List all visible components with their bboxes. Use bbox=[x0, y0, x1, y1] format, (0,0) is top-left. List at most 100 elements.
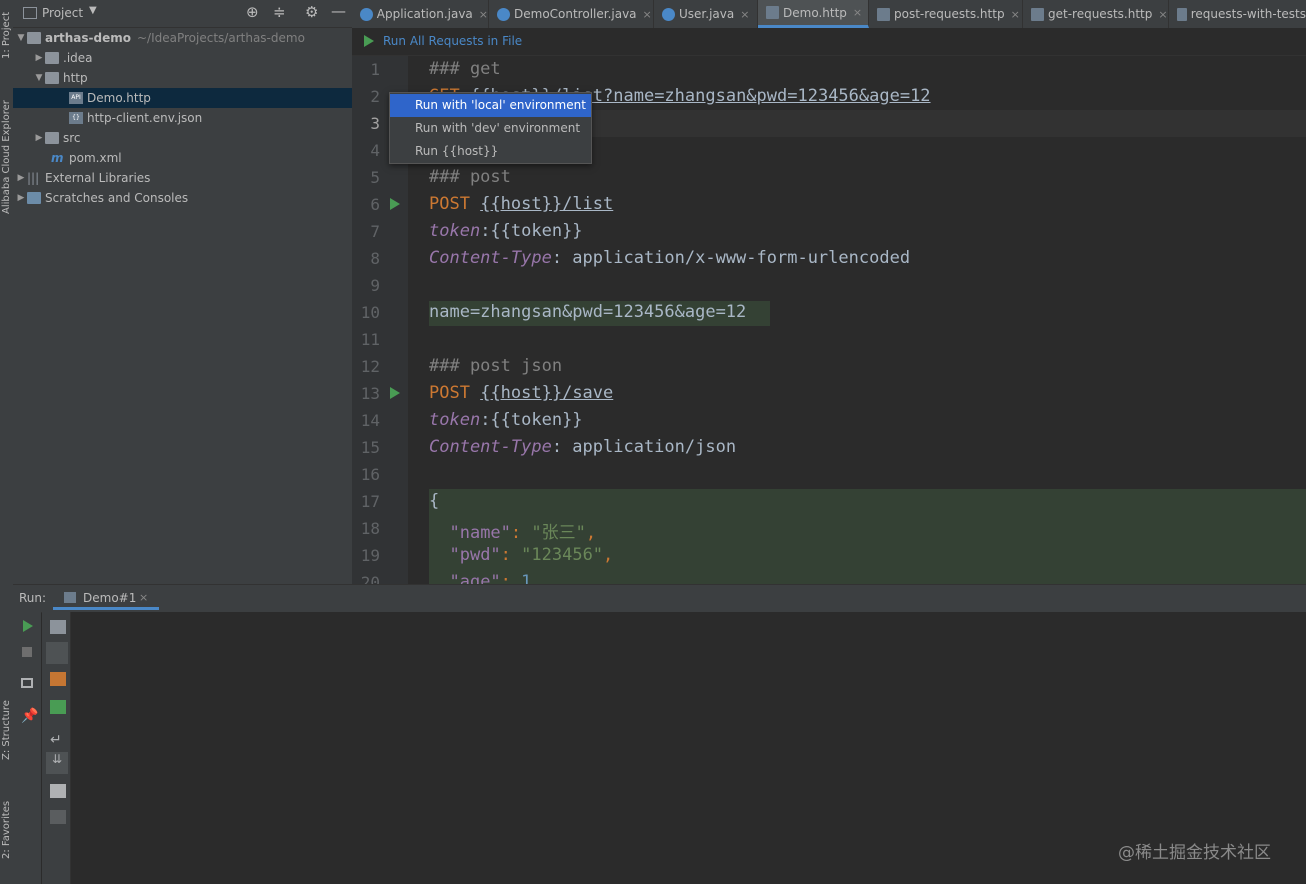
locate-icon[interactable]: ⊕ bbox=[246, 3, 259, 21]
tree-item-demo-http[interactable]: API Demo.http bbox=[13, 88, 408, 108]
line-number: 17 bbox=[360, 492, 380, 511]
favorites-tool-button[interactable]: 2: Favorites bbox=[0, 790, 13, 870]
close-icon[interactable]: × bbox=[1158, 8, 1167, 21]
tab-post-requests-http[interactable]: post-requests.http × bbox=[869, 0, 1023, 28]
print-icon[interactable] bbox=[50, 784, 66, 798]
response-icon[interactable] bbox=[50, 700, 66, 714]
run-request-icon[interactable] bbox=[390, 387, 400, 399]
request-url: {{host}}/save bbox=[480, 383, 614, 403]
expand-arrow-icon[interactable]: ▶ bbox=[33, 133, 45, 143]
maven-icon: m bbox=[51, 151, 64, 165]
line-number: 8 bbox=[370, 249, 380, 268]
menu-item-run-local[interactable]: Run with 'local' environment bbox=[390, 94, 591, 117]
expand-arrow-icon[interactable]: ▶ bbox=[15, 193, 27, 203]
request-icon[interactable] bbox=[50, 672, 66, 686]
tree-item-scratches[interactable]: ▶ Scratches and Consoles bbox=[13, 188, 354, 208]
run-tab-demo1[interactable]: Demo#1 × bbox=[53, 585, 159, 610]
run-all-requests-link[interactable]: Run All Requests in File bbox=[383, 34, 522, 48]
code-line-15: Content-Type: application/json bbox=[429, 437, 736, 457]
module-folder-icon bbox=[27, 32, 41, 44]
trash-icon[interactable] bbox=[50, 810, 66, 824]
tree-item-label: .idea bbox=[63, 51, 93, 65]
json-file-icon: {} bbox=[69, 112, 83, 124]
tree-item-external-libraries[interactable]: ▶ ||| External Libraries bbox=[13, 168, 354, 188]
http-file-icon bbox=[64, 592, 76, 603]
tree-item-arthas-demo[interactable]: ▼ arthas-demo ~/IdeaProjects/arthas-demo bbox=[13, 28, 354, 48]
layout-icon[interactable] bbox=[21, 678, 33, 688]
menu-item-run-dev[interactable]: Run with 'dev' environment bbox=[390, 117, 591, 140]
run-label: Run: bbox=[19, 591, 47, 605]
gear-icon[interactable]: ⚙ bbox=[305, 3, 318, 21]
close-icon[interactable]: × bbox=[1011, 8, 1020, 21]
close-icon[interactable]: × bbox=[139, 591, 148, 604]
tab-get-requests-http[interactable]: get-requests.http × bbox=[1023, 0, 1169, 28]
chevron-down-icon[interactable]: ▼ bbox=[89, 5, 97, 16]
json-value: "123456" bbox=[521, 545, 604, 565]
tree-item-label: Demo.http bbox=[87, 91, 151, 105]
java-class-icon bbox=[497, 7, 510, 21]
http-file-icon bbox=[877, 7, 890, 21]
tree-item-http-client-env[interactable]: {} http-client.env.json bbox=[13, 108, 408, 128]
expand-arrow-icon[interactable]: ▶ bbox=[15, 173, 27, 183]
line-number: 1 bbox=[370, 60, 380, 79]
tab-demo-http[interactable]: Demo.http × bbox=[758, 0, 869, 28]
http-toolbar: Run All Requests in File bbox=[352, 28, 1306, 56]
code-line-14: token:{{token}} bbox=[429, 410, 583, 430]
tree-item-pom[interactable]: m pom.xml bbox=[13, 148, 390, 168]
left-tool-strip: 1: Project Alibaba Cloud Explorer Z: Str… bbox=[0, 0, 14, 884]
folder-icon bbox=[45, 52, 59, 64]
collapse-all-icon[interactable]: ≑ bbox=[273, 3, 286, 21]
close-icon[interactable]: × bbox=[479, 8, 488, 21]
tab-democontroller-java[interactable]: DemoController.java × bbox=[489, 0, 654, 28]
line-number: 20 bbox=[360, 573, 380, 584]
header-value: : application/x-www-form-urlencoded bbox=[551, 248, 911, 268]
folder-icon bbox=[45, 132, 59, 144]
run-request-icon[interactable] bbox=[390, 198, 400, 210]
line-number: 6 bbox=[370, 195, 380, 214]
tab-user-java[interactable]: User.java × bbox=[654, 0, 758, 28]
menu-item-run-host[interactable]: Run {{host}} bbox=[390, 140, 591, 163]
code-line-7: token:{{token}} bbox=[429, 221, 583, 241]
tab-label: Application.java bbox=[376, 7, 473, 21]
close-icon[interactable]: × bbox=[740, 8, 749, 21]
settings-active-icon[interactable] bbox=[46, 642, 68, 664]
hide-panel-icon[interactable]: — bbox=[331, 2, 346, 20]
tree-item-label: http bbox=[63, 71, 88, 85]
project-tool-button[interactable]: 1: Project bbox=[0, 0, 13, 70]
tree-item-http[interactable]: ▼ http bbox=[13, 68, 372, 88]
http-file-icon: API bbox=[69, 92, 83, 104]
project-view-selector[interactable]: Project bbox=[42, 6, 83, 20]
tab-label: Demo.http bbox=[783, 5, 847, 20]
scratches-icon bbox=[27, 192, 41, 204]
tab-label: DemoController.java bbox=[514, 7, 637, 21]
history-icon[interactable] bbox=[50, 620, 66, 634]
close-icon[interactable]: × bbox=[643, 8, 652, 21]
cloud-explorer-tool-button[interactable]: Alibaba Cloud Explorer bbox=[0, 92, 13, 222]
folder-icon bbox=[45, 72, 59, 84]
code-line-17: { bbox=[429, 491, 440, 511]
run-all-icon bbox=[364, 35, 374, 47]
line-number: 5 bbox=[370, 168, 380, 187]
http-file-icon bbox=[1031, 7, 1044, 21]
tab-application-java[interactable]: Application.java × bbox=[352, 0, 489, 28]
stop-icon[interactable] bbox=[22, 647, 32, 657]
expand-arrow-icon[interactable]: ▼ bbox=[33, 73, 45, 83]
header-value: :{{token}} bbox=[480, 221, 583, 241]
line-number: 3 bbox=[370, 114, 380, 133]
scroll-to-end-icon[interactable]: ⇊ bbox=[46, 752, 68, 774]
rerun-icon[interactable] bbox=[23, 620, 33, 632]
close-icon[interactable]: × bbox=[853, 6, 862, 19]
header-value: : application/json bbox=[551, 437, 737, 457]
tree-item-src[interactable]: ▶ src bbox=[13, 128, 372, 148]
expand-arrow-icon[interactable]: ▼ bbox=[15, 33, 27, 43]
expand-arrow-icon[interactable]: ▶ bbox=[33, 53, 45, 63]
tree-item-label: arthas-demo bbox=[45, 31, 131, 45]
pin-icon[interactable]: 📌 bbox=[21, 708, 38, 724]
tree-item-idea[interactable]: ▶ .idea bbox=[13, 48, 372, 68]
run-console[interactable]: @稀土掘金技术社区 bbox=[71, 612, 1306, 884]
tab-label: User.java bbox=[679, 7, 735, 21]
run-toolbar: 📌 bbox=[13, 612, 41, 884]
structure-tool-button[interactable]: Z: Structure bbox=[0, 690, 13, 770]
tab-requests-with-tests[interactable]: requests-with-tests bbox=[1169, 0, 1306, 28]
soft-wrap-icon[interactable]: ↵ bbox=[50, 732, 66, 748]
